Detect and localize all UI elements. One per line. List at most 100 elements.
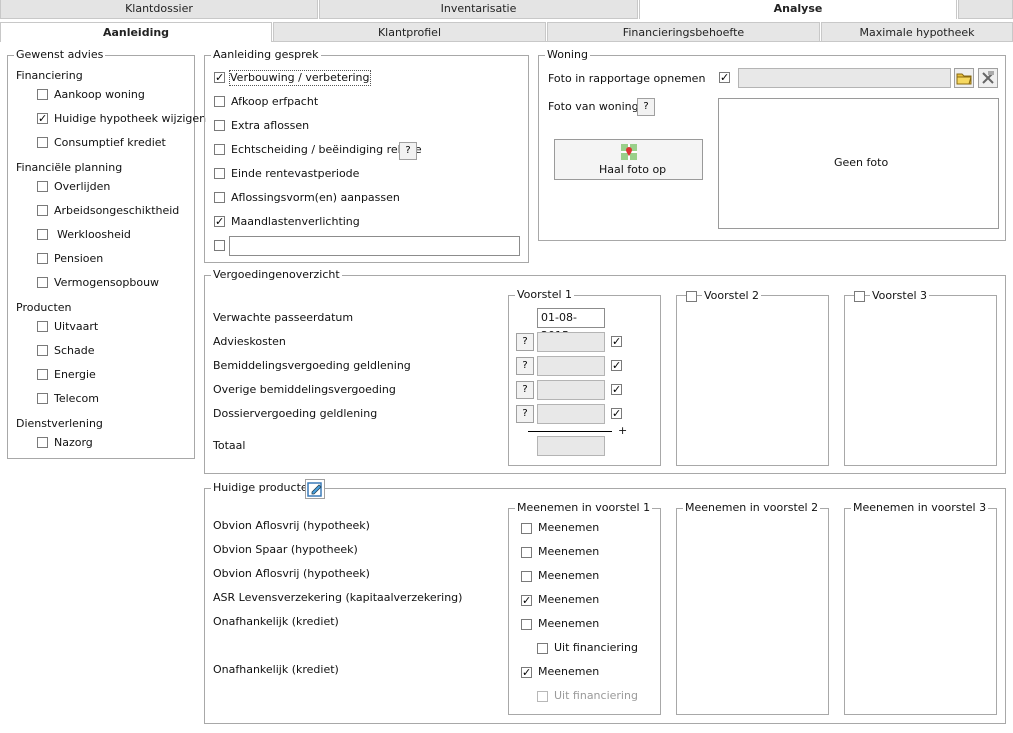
product-label: Onafhankelijk (krediet) — [213, 615, 339, 628]
passeerdatum-label: Verwachte passeerdatum — [213, 311, 354, 324]
overige-checkbox[interactable]: ✓ — [611, 384, 622, 395]
meenemen-checkbox[interactable] — [521, 523, 532, 534]
meenemen-checkbox[interactable] — [521, 619, 532, 630]
aanleiding-gesprek-title: Aanleiding gesprek — [211, 48, 321, 62]
sum-line — [528, 431, 612, 432]
meenemen-checkbox[interactable]: ✓ — [521, 595, 532, 606]
aankoop-woning-checkbox[interactable] — [37, 89, 48, 100]
extra-aflossen-checkbox[interactable] — [214, 120, 225, 131]
passeerdatum-input[interactable]: 01-08-2015 — [537, 308, 605, 342]
vergoedingen-title: Vergoedingenoverzicht — [211, 268, 342, 282]
edit-icon[interactable] — [305, 479, 325, 499]
meenemen-label: Meenemen — [538, 569, 600, 582]
foto-path-input[interactable] — [738, 68, 951, 88]
werkloosheid-checkbox[interactable] — [37, 229, 48, 240]
foto-help-button[interactable]: ? — [637, 98, 655, 116]
uit-financiering-checkbox[interactable] — [537, 643, 548, 654]
overlijden-label: Overlijden — [54, 180, 111, 193]
tab-maximale-hypotheek[interactable]: Maximale hypotheek — [821, 22, 1013, 42]
huidige-hypotheek-checkbox[interactable]: ✓ — [37, 113, 48, 124]
afkoop-erfpacht-label: Afkoop erfpacht — [231, 95, 319, 108]
sum-plus: + — [618, 424, 628, 437]
aflossingsvorm-checkbox[interactable] — [214, 192, 225, 203]
bemiddeling-checkbox[interactable]: ✓ — [611, 360, 622, 371]
meenemen-label: Meenemen — [538, 617, 600, 630]
bemiddeling-help-button[interactable]: ? — [516, 357, 534, 375]
overige-bemiddeling-label: Overige bemiddelingsvergoeding — [213, 383, 396, 396]
dossiervergoeding-label: Dossiervergoeding geldlening — [213, 407, 378, 420]
echtscheiding-checkbox[interactable] — [214, 144, 225, 155]
arbeidsongeschiktheid-checkbox[interactable] — [37, 205, 48, 216]
pensioen-checkbox[interactable] — [37, 253, 48, 264]
gewenst-advies-title: Gewenst advies — [14, 48, 106, 62]
woning-title: Woning — [545, 48, 590, 62]
maandlastenverlichting-checkbox[interactable]: ✓ — [214, 216, 225, 227]
vermogensopbouw-checkbox[interactable] — [37, 277, 48, 288]
bemiddeling-input[interactable] — [537, 356, 605, 376]
foto-rapportage-label: Foto in rapportage opnemen — [548, 72, 706, 85]
overig-checkbox[interactable] — [214, 240, 225, 251]
foto-rapportage-checkbox[interactable]: ✓ — [719, 72, 730, 83]
tab-klantprofiel[interactable]: Klantprofiel — [273, 22, 546, 42]
extra-aflossen-label: Extra aflossen — [231, 119, 310, 132]
advieskosten-label: Advieskosten — [213, 335, 286, 348]
telecom-checkbox[interactable] — [37, 393, 48, 404]
aanleiding-gesprek-group: Aanleiding gesprek — [204, 48, 529, 263]
huidige-hypotheek-label: Huidige hypotheek wijzigen — [54, 112, 207, 125]
maandlastenverlichting-label: Maandlastenverlichting — [231, 215, 360, 228]
tab-klantdossier[interactable]: Klantdossier — [0, 0, 318, 19]
product-label: Obvion Spaar (hypotheek) — [213, 543, 358, 556]
haal-foto-button[interactable]: Haal foto op — [554, 139, 703, 180]
pensioen-label: Pensioen — [54, 252, 104, 265]
einde-rentevastperiode-checkbox[interactable] — [214, 168, 225, 179]
folder-icon[interactable] — [954, 68, 974, 88]
consumptief-krediet-checkbox[interactable] — [37, 137, 48, 148]
advieskosten-input[interactable] — [537, 332, 605, 352]
tab-financieringsbehoefte[interactable]: Financieringsbehoefte — [547, 22, 820, 42]
meenemen-voorstel1-title: Meenemen in voorstel 1 — [515, 501, 653, 515]
verbouwing-checkbox[interactable]: ✓ — [214, 72, 225, 83]
overlijden-checkbox[interactable] — [37, 181, 48, 192]
tab-analyse[interactable]: Analyse — [639, 0, 957, 19]
aankoop-woning-label: Aankoop woning — [54, 88, 145, 101]
verbouwing-label: Verbouwing / verbetering — [229, 70, 371, 86]
voorstel3-checkbox[interactable] — [854, 291, 865, 302]
consumptief-krediet-label: Consumptief krediet — [54, 136, 166, 149]
meenemen-checkbox[interactable] — [521, 571, 532, 582]
meenemen-checkbox[interactable] — [521, 547, 532, 558]
nazorg-checkbox[interactable] — [37, 437, 48, 448]
tab-inventarisatie[interactable]: Inventarisatie — [319, 0, 638, 19]
tab-extra[interactable] — [958, 0, 1013, 19]
haal-foto-label: Haal foto op — [599, 163, 667, 176]
huidige-producten-title: Huidige producten — [211, 481, 317, 495]
nazorg-label: Nazorg — [54, 436, 93, 449]
uitvaart-checkbox[interactable] — [37, 321, 48, 332]
totaal-input[interactable] — [537, 436, 605, 456]
meenemen-checkbox[interactable]: ✓ — [521, 667, 532, 678]
echtscheiding-help-button[interactable]: ? — [399, 142, 417, 160]
meenemen-voorstel2-group: Meenemen in voorstel 2 — [676, 501, 829, 715]
schade-checkbox[interactable] — [37, 345, 48, 356]
uit-financiering-label: Uit financiering — [554, 641, 638, 654]
voorstel2-title: Voorstel 2 — [702, 289, 762, 303]
uit-financiering-checkbox-disabled[interactable] — [537, 691, 548, 702]
product-label: Obvion Aflosvrij (hypotheek) — [213, 567, 370, 580]
afkoop-erfpacht-checkbox[interactable] — [214, 96, 225, 107]
dossier-help-button[interactable]: ? — [516, 405, 534, 423]
energie-checkbox[interactable] — [37, 369, 48, 380]
advieskosten-help-button[interactable]: ? — [516, 333, 534, 351]
dossier-input[interactable] — [537, 404, 605, 424]
echtscheiding-label: Echtscheiding / beëindiging relatie — [231, 143, 422, 156]
financiering-heading: Financiering — [16, 69, 83, 82]
aflossingsvorm-label: Aflossingsvorm(en) aanpassen — [231, 191, 400, 204]
overige-help-button[interactable]: ? — [516, 381, 534, 399]
maps-icon — [621, 144, 637, 160]
voorstel2-checkbox[interactable] — [686, 291, 697, 302]
advieskosten-checkbox[interactable]: ✓ — [611, 336, 622, 347]
overig-input[interactable] — [229, 236, 520, 256]
clear-icon[interactable] — [978, 68, 998, 88]
dossier-checkbox[interactable]: ✓ — [611, 408, 622, 419]
tab-aanleiding[interactable]: Aanleiding — [0, 22, 272, 42]
einde-rentevastperiode-label: Einde rentevastperiode — [231, 167, 360, 180]
overige-input[interactable] — [537, 380, 605, 400]
